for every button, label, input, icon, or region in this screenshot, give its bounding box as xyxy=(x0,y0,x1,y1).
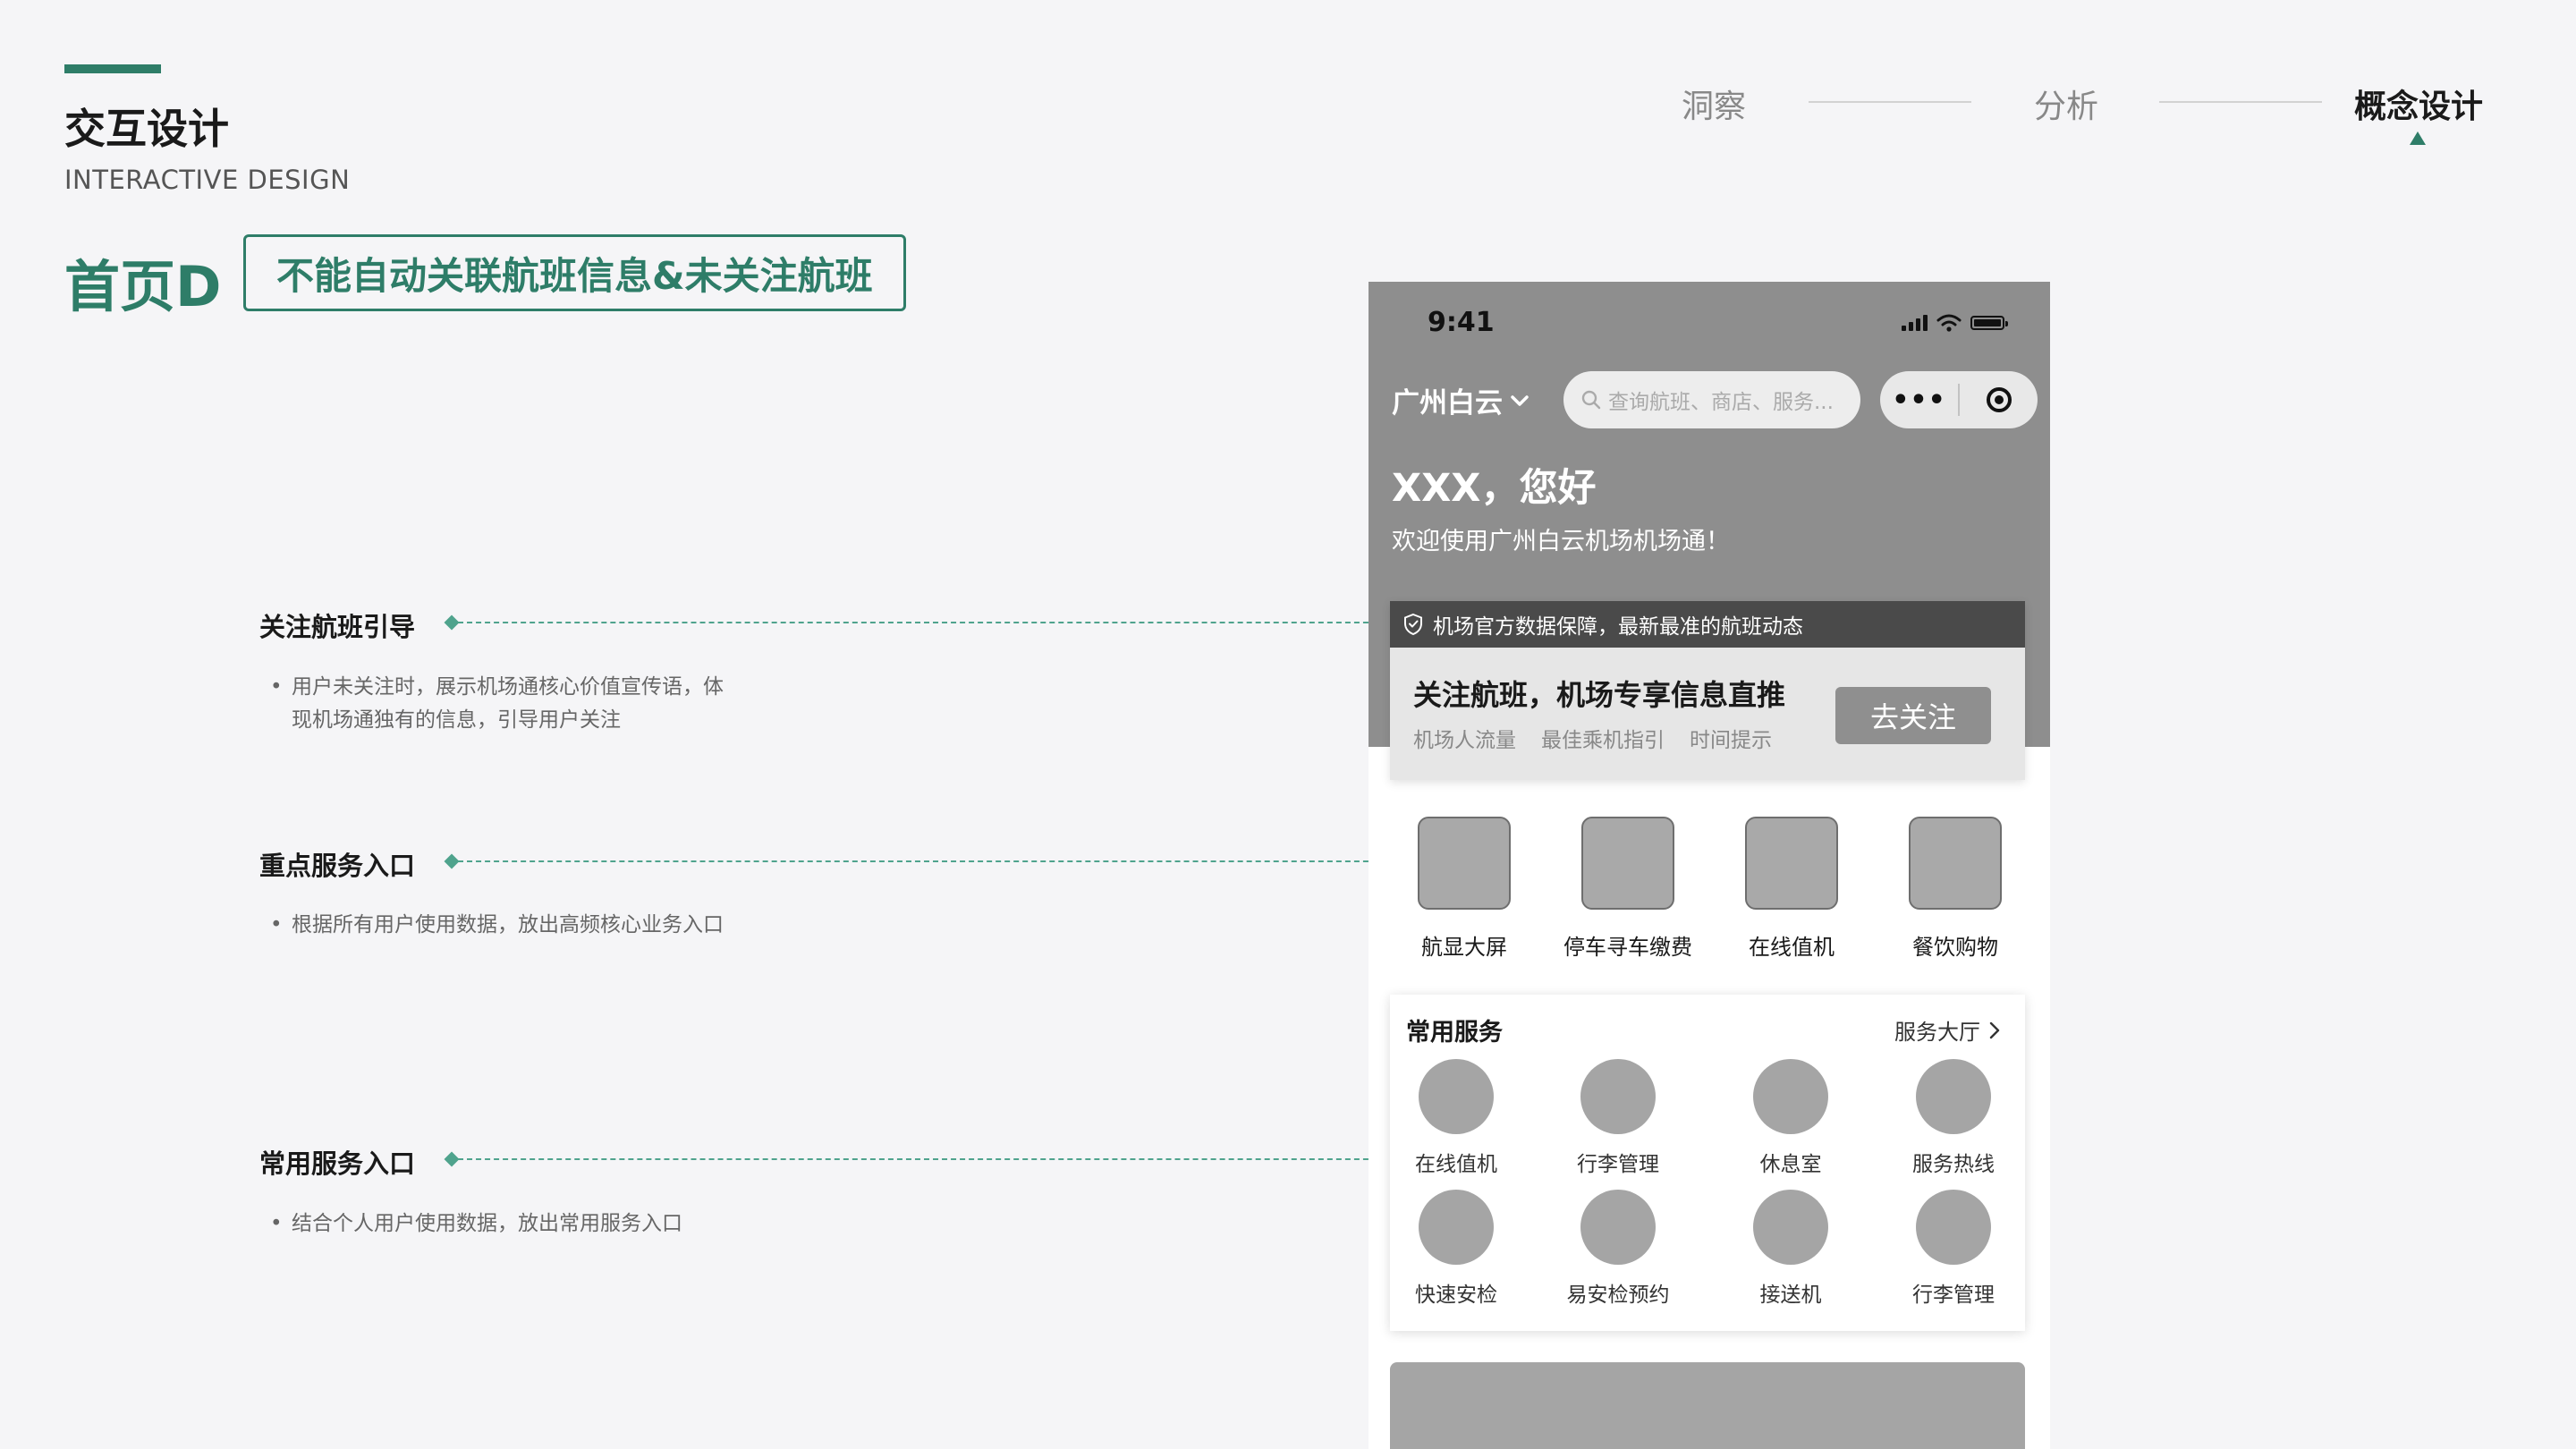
close-mini-program-button[interactable] xyxy=(1960,387,2038,412)
annotation-desc-common-services: 结合个人用户使用数据，放出常用服务入口 xyxy=(270,1208,739,1241)
key-service-parking[interactable]: 停车寻车缴费 xyxy=(1563,817,1692,961)
section-title: 交互设计 xyxy=(64,105,229,153)
common-service-item[interactable]: 快速安检 xyxy=(1398,1190,1514,1308)
chevron-down-icon xyxy=(1511,394,1529,406)
key-service-checkin[interactable]: 在线值机 xyxy=(1738,817,1845,961)
hotline-icon xyxy=(1916,1059,1991,1134)
feature-crowd: 机场人流量 xyxy=(1413,729,1516,752)
common-service-item[interactable]: 易安检预约 xyxy=(1560,1190,1676,1308)
key-service-flight-display[interactable]: 航显大屏 xyxy=(1411,817,1518,961)
baggage-icon xyxy=(1580,1059,1656,1134)
signal-icon xyxy=(1902,315,1928,331)
fast-security-icon xyxy=(1419,1190,1494,1265)
key-service-label: 餐饮购物 xyxy=(1912,935,1998,960)
annotation-title-follow: 关注航班引导 xyxy=(259,612,416,642)
annotation-leader-line xyxy=(458,622,1395,623)
annotation-leader-line xyxy=(458,1158,1404,1160)
search-icon xyxy=(1581,390,1601,410)
step-connector xyxy=(1809,101,1971,103)
greeting: XXX，您好 xyxy=(1392,466,1597,511)
mini-program-capsule: ••• xyxy=(1880,371,2038,428)
annotation-title-key-services: 重点服务入口 xyxy=(259,851,416,881)
service-hall-link[interactable]: 服务大厅 xyxy=(1894,1014,2000,1046)
active-step-marker xyxy=(2410,131,2426,145)
feature-guide: 最佳乘机指引 xyxy=(1541,729,1665,752)
follow-flight-card: 机场官方数据保障，最新最准的航班动态 关注航班，机场专享信息直推 机场人流量 最… xyxy=(1390,601,2025,780)
step-insight[interactable]: 洞察 xyxy=(1682,80,1746,127)
parking-icon xyxy=(1581,817,1674,910)
common-service-label: 服务热线 xyxy=(1912,1153,1995,1176)
common-service-label: 在线值机 xyxy=(1415,1153,1497,1176)
battery-icon xyxy=(1970,316,2008,330)
section-subtitle: INTERACTIVE DESIGN xyxy=(64,165,351,195)
common-services-title: 常用服务 xyxy=(1406,1019,1503,1046)
card-title: 关注航班，机场专享信息直推 xyxy=(1413,678,1786,712)
city-label: 广州白云 xyxy=(1392,387,1503,419)
chevron-right-icon xyxy=(1989,1021,2000,1038)
key-service-label: 航显大屏 xyxy=(1421,935,1507,960)
status-time: 9:41 xyxy=(1428,307,1495,338)
online-checkin-icon xyxy=(1419,1059,1494,1134)
page-name: 首页D xyxy=(64,254,222,319)
common-service-item[interactable]: 休息室 xyxy=(1733,1059,1849,1177)
security-booking-icon xyxy=(1580,1190,1656,1265)
common-service-item[interactable]: 接送机 xyxy=(1733,1190,1849,1308)
more-options-button[interactable]: ••• xyxy=(1880,385,1958,416)
card-features: 机场人流量 最佳乘机指引 时间提示 xyxy=(1413,723,1772,753)
service-hall-label: 服务大厅 xyxy=(1894,1020,1980,1045)
welcome-text: 欢迎使用广州白云机场机场通！ xyxy=(1392,528,1730,555)
target-icon xyxy=(1986,387,2012,412)
step-analysis[interactable]: 分析 xyxy=(2034,80,2098,127)
key-service-dining-shopping[interactable]: 餐饮购物 xyxy=(1902,817,2009,961)
key-service-label: 在线值机 xyxy=(1749,935,1835,960)
follow-button[interactable]: 去关注 xyxy=(1835,687,1991,744)
step-concept-design[interactable]: 概念设计 xyxy=(2354,80,2483,127)
common-service-item[interactable]: 在线值机 xyxy=(1398,1059,1514,1177)
accent-bar xyxy=(64,64,161,73)
annotation-desc-key-services: 根据所有用户使用数据，放出高频核心业务入口 xyxy=(270,909,739,942)
shield-icon xyxy=(1404,613,1422,636)
content-placeholder-block xyxy=(1390,1362,2025,1449)
dining-shopping-icon xyxy=(1909,817,2002,910)
pickup-icon xyxy=(1753,1190,1828,1265)
common-service-label: 接送机 xyxy=(1759,1284,1822,1307)
search-placeholder: 查询航班、商店、服务... xyxy=(1608,391,1834,414)
common-service-item[interactable]: 行李管理 xyxy=(1895,1190,2012,1308)
common-service-label: 行李管理 xyxy=(1577,1153,1659,1176)
lounge-icon xyxy=(1753,1059,1828,1134)
key-service-label: 停车寻车缴费 xyxy=(1563,935,1692,960)
common-service-label: 快速安检 xyxy=(1415,1284,1497,1307)
banner-text: 机场官方数据保障，最新最准的航班动态 xyxy=(1433,615,1803,639)
annotation-desc-follow: 用户未关注时，展示机场通核心价值宣传语，体现机场通独有的信息，引导用户关注 xyxy=(270,671,739,737)
annotation-title-common-services: 常用服务入口 xyxy=(259,1148,416,1179)
page-tag: 不能自动关联航班信息&未关注航班 xyxy=(243,234,906,311)
city-selector[interactable]: 广州白云 xyxy=(1392,380,1530,420)
common-service-label: 行李管理 xyxy=(1912,1284,1995,1307)
checkin-icon xyxy=(1745,817,1838,910)
wifi-icon xyxy=(1936,314,1962,332)
card-banner: 机场官方数据保障，最新最准的航班动态 xyxy=(1390,601,2025,648)
common-service-label: 休息室 xyxy=(1759,1153,1822,1176)
common-service-item[interactable]: 行李管理 xyxy=(1560,1059,1676,1177)
common-services-card: 常用服务 服务大厅 在线值机 行李管理 休息室 服务热线 快速安检 易安检预约 … xyxy=(1390,995,2025,1331)
annotation-leader-line xyxy=(458,860,1404,862)
feature-time-reminder: 时间提示 xyxy=(1690,729,1772,752)
annotation-marker xyxy=(444,614,460,631)
common-service-label: 易安检预约 xyxy=(1566,1284,1670,1307)
annotation-marker xyxy=(444,853,460,869)
annotation-marker xyxy=(444,1151,460,1167)
status-icons xyxy=(1902,314,2008,332)
common-service-item[interactable]: 服务热线 xyxy=(1895,1059,2012,1177)
search-input[interactable]: 查询航班、商店、服务... xyxy=(1563,371,1860,428)
baggage-icon xyxy=(1916,1190,1991,1265)
step-connector xyxy=(2159,101,2322,103)
flight-display-icon xyxy=(1418,817,1511,910)
phone-mockup: 9:41 广州白云 查询航班、商店、服务... ••• XXX，您好 欢迎使用广 xyxy=(1368,282,2050,1449)
